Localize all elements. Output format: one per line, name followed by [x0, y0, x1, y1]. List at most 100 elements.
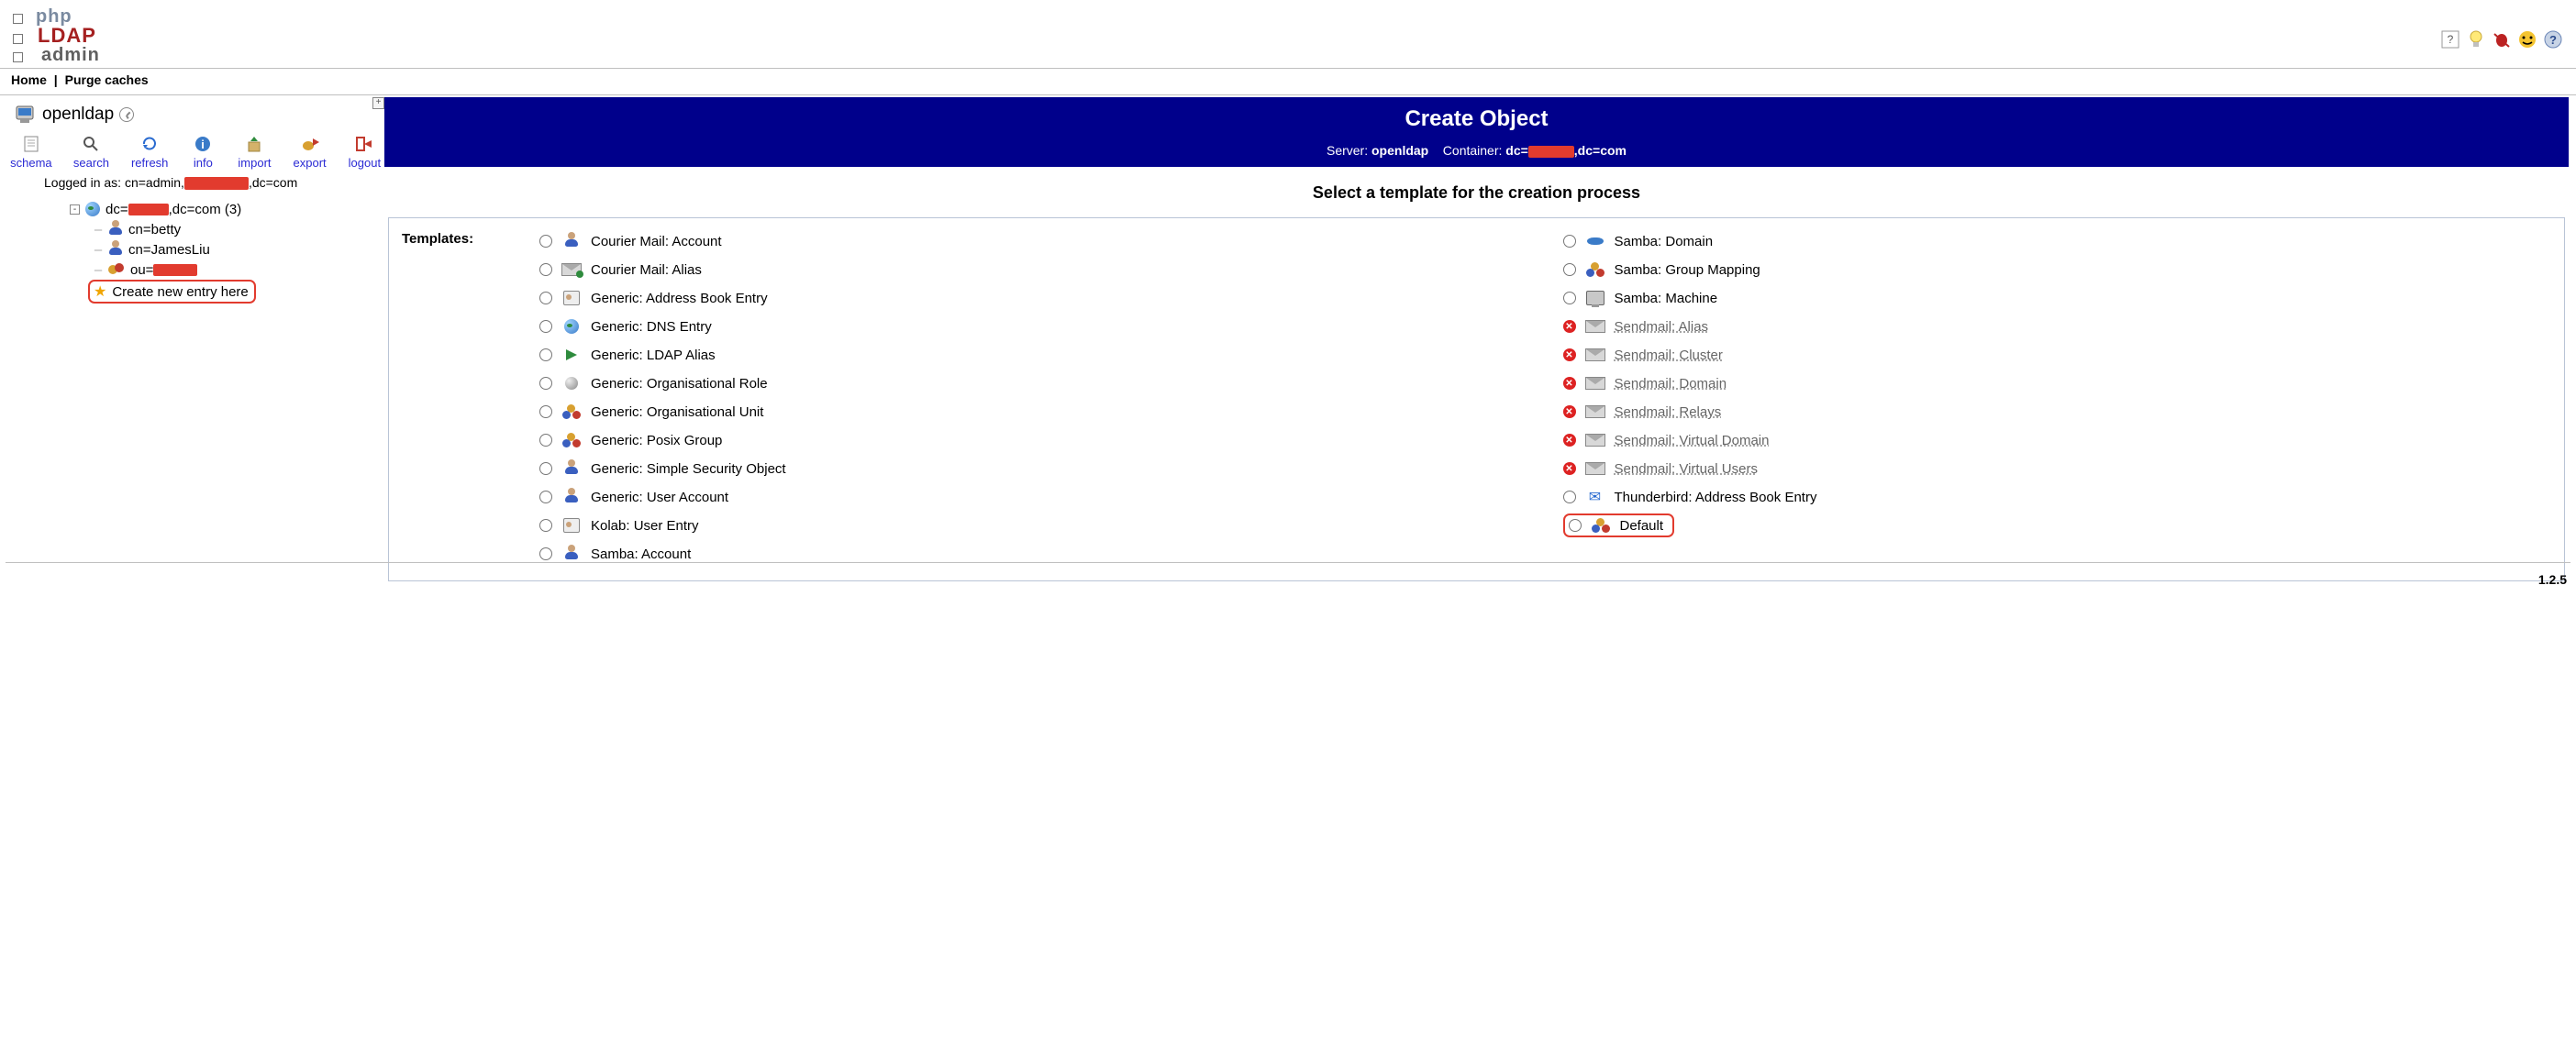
template-label: Sendmail: Domain — [1615, 376, 1727, 392]
person-icon — [108, 244, 123, 255]
template-radio[interactable] — [539, 462, 552, 475]
template-radio[interactable] — [539, 348, 552, 361]
unavailable-icon: ✕ — [1563, 377, 1576, 390]
template-radio[interactable] — [539, 519, 552, 532]
template-option[interactable]: Generic: Simple Security Object — [539, 458, 1527, 479]
collapse-icon[interactable]: - — [70, 204, 80, 215]
template-radio[interactable] — [539, 320, 552, 333]
tool-import[interactable]: import — [238, 134, 271, 170]
clock-icon[interactable] — [119, 107, 134, 122]
tree-item[interactable]: –cn=JamesLiu — [94, 239, 377, 259]
help-icon[interactable]: ? — [2440, 29, 2460, 50]
person-icon — [564, 463, 579, 474]
logout-icon — [351, 134, 377, 154]
envelope-icon — [1585, 320, 1605, 333]
template-option[interactable]: Courier Mail: Account — [539, 231, 1527, 251]
template-radio[interactable] — [539, 547, 552, 560]
tree-root[interactable]: - dc=,dc=com (3) — [70, 199, 377, 219]
template-option[interactable]: Courier Mail: Alias — [539, 259, 1527, 280]
envelope-icon — [1585, 348, 1605, 361]
template-label: Sendmail: Relays — [1615, 404, 1722, 420]
template-option[interactable]: Generic: LDAP Alias — [539, 345, 1527, 365]
template-label: Samba: Domain — [1615, 234, 1714, 249]
template-label: Generic: LDAP Alias — [591, 348, 716, 363]
svg-text:?: ? — [2448, 33, 2454, 46]
question-icon[interactable]: ? — [2543, 29, 2563, 50]
export-icon — [297, 134, 323, 154]
page-title: Create Object — [384, 97, 2569, 138]
group-icon — [562, 404, 581, 419]
template-radio[interactable] — [539, 434, 552, 447]
nav-purge-caches[interactable]: Purge caches — [65, 72, 149, 87]
template-option[interactable]: Generic: Address Book Entry — [539, 288, 1527, 308]
template-option: ✕ Sendmail: Virtual Domain — [1563, 430, 2550, 450]
template-option[interactable]: Generic: Posix Group — [539, 430, 1527, 450]
template-option[interactable]: Generic: Organisational Unit — [539, 402, 1527, 422]
template-radio[interactable] — [539, 292, 552, 304]
tool-search[interactable]: search — [73, 134, 109, 170]
template-box: Templates: Courier Mail: AccountCourier … — [388, 217, 2565, 581]
nav-divider: | — [54, 72, 58, 87]
template-option[interactable]: Generic: Organisational Role — [539, 373, 1527, 393]
logo-text-ldap: LDAP — [38, 24, 96, 47]
template-radio[interactable] — [1563, 235, 1576, 248]
sidebar: + openldap schema search refresh iinfo i… — [0, 97, 384, 589]
template-radio[interactable] — [539, 405, 552, 418]
template-option[interactable]: Samba: Group Mapping — [1563, 259, 2550, 280]
bug-icon[interactable] — [2492, 29, 2512, 50]
template-option: ✕Sendmail: Relays — [1563, 402, 2550, 422]
tool-schema[interactable]: schema — [11, 134, 51, 170]
template-option[interactable]: Samba: Domain — [1563, 231, 2550, 251]
tool-export[interactable]: export — [294, 134, 327, 170]
tree-item[interactable]: –cn=betty — [94, 219, 377, 239]
globe-icon — [85, 202, 100, 216]
server-icon — [15, 105, 37, 125]
version-label: 1.2.5 — [2538, 572, 2567, 587]
template-option: ✕Sendmail: Cluster — [1563, 345, 2550, 365]
tool-logout[interactable]: logout — [349, 134, 381, 170]
smiley-icon[interactable] — [2517, 29, 2537, 50]
server-name: openldap — [42, 105, 114, 125]
bottom-separator — [6, 562, 2570, 563]
template-radio[interactable] — [539, 377, 552, 390]
address-book-icon — [563, 518, 580, 533]
template-radio[interactable] — [1563, 263, 1576, 276]
template-label: Generic: Address Book Entry — [591, 291, 768, 306]
svg-text:?: ? — [2549, 33, 2557, 47]
redacted-dc — [128, 204, 169, 215]
template-label: Kolab: User Entry — [591, 518, 699, 534]
template-radio[interactable] — [1563, 292, 1576, 304]
logged-in-as: Logged in as: cn=admin,,dc=com — [44, 175, 377, 190]
template-prompt: Select a template for the creation proce… — [384, 183, 2569, 203]
tool-info[interactable]: iinfo — [190, 134, 216, 170]
template-radio[interactable] — [539, 263, 552, 276]
template-label: Courier Mail: Alias — [591, 262, 702, 278]
tool-refresh[interactable]: refresh — [131, 134, 168, 170]
lightbulb-icon[interactable] — [2466, 29, 2486, 50]
unavailable-icon: ✕ — [1563, 434, 1576, 447]
template-option[interactable]: Generic: User Account — [539, 487, 1527, 507]
document-icon — [18, 134, 44, 154]
template-column-left: Courier Mail: Account Courier Mail: Alias… — [539, 231, 1527, 564]
tree-create-entry[interactable]: ★ Create new entry here — [88, 282, 377, 302]
page-subtitle: Server: openldap Container: dc=,dc=com — [384, 138, 2569, 167]
tree-item[interactable]: –ou= — [94, 259, 377, 280]
template-label: Generic: Simple Security Object — [591, 461, 786, 477]
template-option[interactable]: ✉Thunderbird: Address Book Entry — [1563, 487, 2550, 507]
search-icon — [78, 134, 104, 154]
template-radio[interactable] — [539, 235, 552, 248]
template-option[interactable]: Samba: Machine — [1563, 288, 2550, 308]
template-option[interactable]: Kolab: User Entry — [539, 515, 1527, 536]
monitor-icon — [1586, 291, 1604, 305]
nav-home[interactable]: Home — [11, 72, 47, 87]
template-label: Sendmail: Virtual Users — [1615, 461, 1758, 477]
expand-handle-icon[interactable]: + — [372, 97, 384, 109]
group-icon — [1592, 518, 1610, 533]
template-option[interactable]: Generic: DNS Entry — [539, 316, 1527, 337]
template-radio[interactable] — [539, 491, 552, 503]
template-label: Sendmail: Virtual Domain — [1615, 433, 1770, 448]
template-radio[interactable] — [1569, 519, 1582, 532]
template-radio[interactable] — [1563, 491, 1576, 503]
info-icon: i — [190, 134, 216, 154]
template-option[interactable]: Default — [1563, 515, 2550, 536]
